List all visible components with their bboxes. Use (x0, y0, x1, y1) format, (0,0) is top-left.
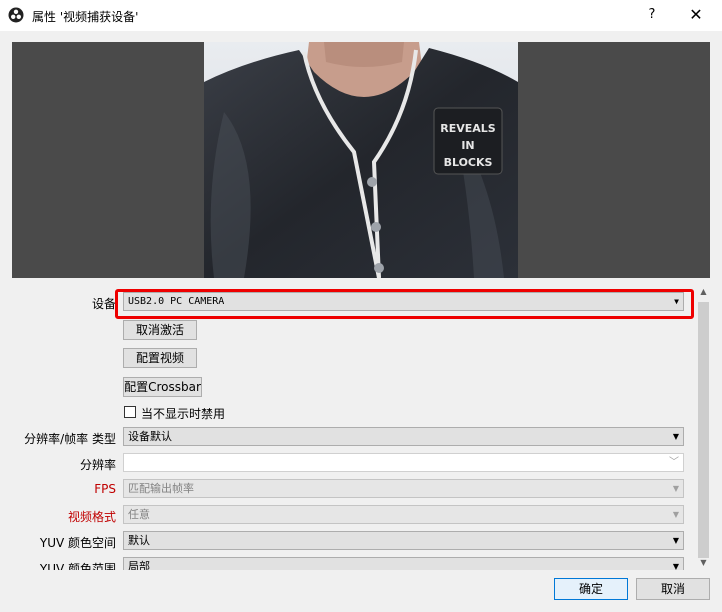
fps-value: 匹配输出帧率 (128, 482, 194, 495)
yuv-range-select[interactable]: 局部 ▼ (123, 557, 684, 570)
fps-label: FPS (94, 482, 116, 496)
window-title: 属性 '视频捕获设备' (32, 10, 139, 24)
video-format-label: 视频格式 (67, 510, 116, 524)
chevron-down-icon: ▼ (672, 484, 679, 493)
title-bar: 属性 '视频捕获设备' ? ✕ (0, 0, 722, 31)
camera-feed: REVEALS IN BLOCKS (204, 42, 518, 278)
ok-button[interactable]: 确定 (554, 578, 628, 600)
disable-when-hidden-checkbox[interactable] (124, 406, 136, 418)
video-format-select[interactable]: 任意 ▼ (123, 505, 684, 524)
device-label: 设备 (91, 297, 116, 311)
chevron-down-icon: ▼ (672, 562, 679, 570)
badge-line-2: IN (461, 139, 474, 152)
video-format-value: 任意 (128, 508, 150, 521)
res-fps-type-value: 设备默认 (128, 430, 172, 443)
chevron-down-icon: ▼ (672, 510, 679, 519)
deactivate-button[interactable]: 取消激活 (123, 320, 197, 340)
yuv-range-value: 局部 (128, 560, 150, 570)
cancel-button[interactable]: 取消 (636, 578, 710, 600)
badge-line-1: REVEALS (440, 122, 496, 135)
obs-logo-icon (8, 7, 24, 23)
configure-crossbar-button[interactable]: 配置Crossbar (123, 377, 202, 397)
res-fps-type-label: 分辨率/帧率 类型 (24, 432, 116, 446)
highlight-box (115, 289, 694, 319)
chevron-down-icon: ▼ (672, 536, 679, 545)
res-fps-type-select[interactable]: 设备默认 ▼ (123, 427, 684, 446)
chevron-down-icon: ▼ (672, 432, 679, 441)
configure-video-button[interactable]: 配置视频 (123, 348, 197, 368)
yuv-range-label: YUV 颜色范围 (39, 562, 116, 570)
resolution-select[interactable]: ﹀ (123, 453, 684, 472)
resolution-label: 分辨率 (79, 458, 116, 472)
fps-select[interactable]: 匹配输出帧率 ▼ (123, 479, 684, 498)
scrollbar-thumb[interactable] (698, 302, 709, 558)
scroll-up-arrow-icon[interactable]: ▲ (697, 285, 710, 298)
video-preview: REVEALS IN BLOCKS (12, 42, 710, 278)
chevron-down-icon: ﹀ (669, 457, 679, 468)
help-button[interactable]: ? (640, 4, 664, 26)
clipped-row-container: YUV 颜色范围 局部 ▼ (0, 548, 722, 570)
disable-when-hidden-label: 当不显示时禁用 (141, 407, 226, 421)
yuv-space-value: 默认 (128, 534, 150, 547)
badge-line-3: BLOCKS (444, 156, 493, 169)
close-button[interactable]: ✕ (684, 4, 708, 26)
